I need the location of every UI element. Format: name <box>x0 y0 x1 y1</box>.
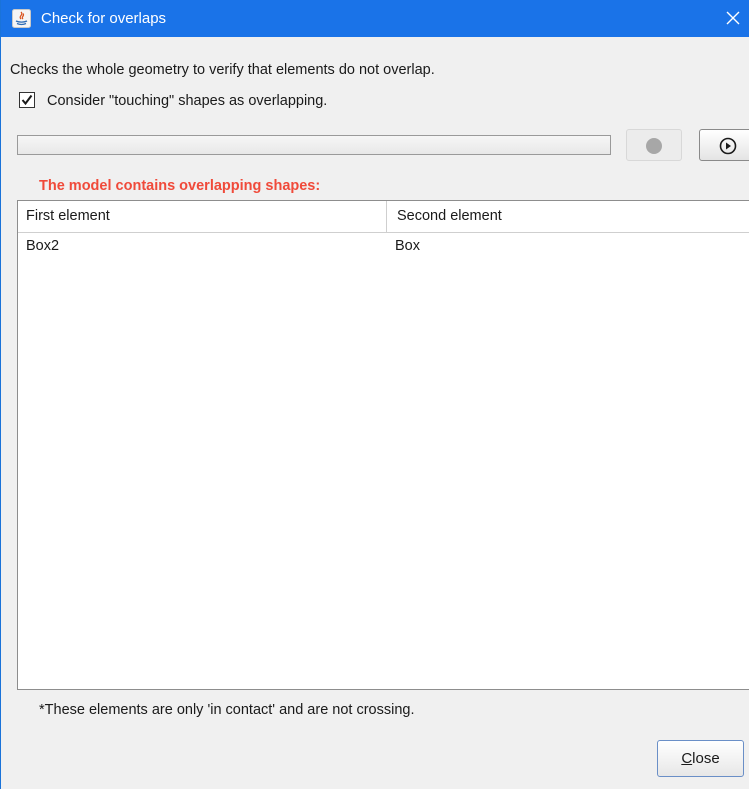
java-app-icon <box>12 9 31 28</box>
checkmark-icon <box>21 94 33 106</box>
overlap-check-dialog: Check for overlaps Checks the whole geom… <box>0 0 749 789</box>
close-button-label: lose <box>692 750 720 767</box>
result-message: The model contains overlapping shapes: <box>39 178 321 194</box>
cell-first-element: Box2 <box>26 238 60 254</box>
overlap-table: First element Second element Box2 Box <box>17 200 749 690</box>
cell-second-element: Box <box>395 238 420 254</box>
table-header: First element Second element <box>18 201 749 233</box>
touching-overlap-checkbox[interactable] <box>19 92 35 108</box>
close-icon[interactable] <box>716 0 749 37</box>
table-row[interactable]: Box2 Box <box>18 233 749 259</box>
run-button[interactable] <box>699 129 749 161</box>
progress-bar <box>17 135 611 155</box>
column-header-second-element[interactable]: Second element <box>387 201 749 232</box>
play-icon <box>719 137 737 155</box>
title-bar: Check for overlaps <box>1 0 749 37</box>
stop-button[interactable] <box>626 129 682 161</box>
footnote-text: *These elements are only 'in contact' an… <box>39 702 415 718</box>
window-title: Check for overlaps <box>41 10 167 27</box>
stop-icon <box>646 138 662 154</box>
touching-overlap-label[interactable]: Consider "touching" shapes as overlappin… <box>47 92 327 110</box>
column-header-first-element[interactable]: First element <box>18 201 387 232</box>
close-button-mnemonic: C <box>681 750 693 767</box>
description-text: Checks the whole geometry to verify that… <box>10 62 435 78</box>
close-button[interactable]: Close <box>657 740 744 777</box>
